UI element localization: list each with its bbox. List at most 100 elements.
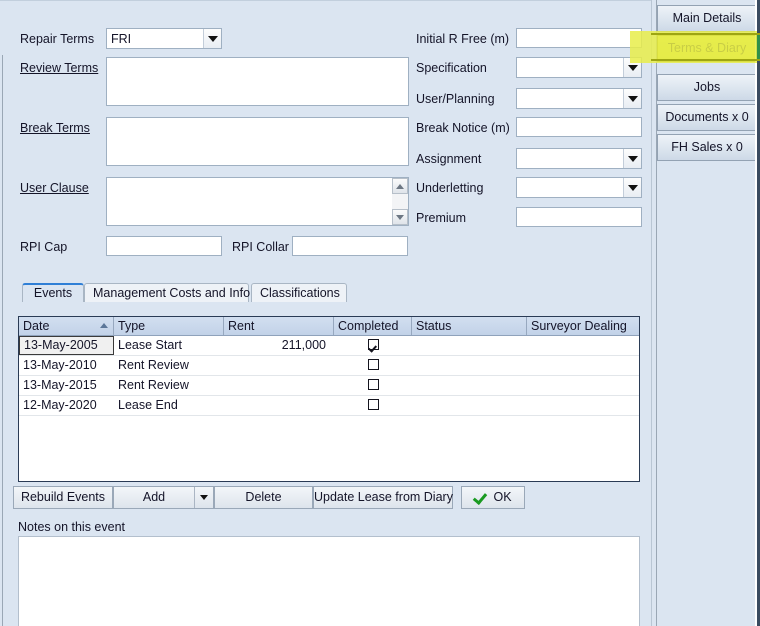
review-terms-input[interactable] [106,57,409,106]
table-row[interactable]: 13-May-2010 Rent Review [19,356,639,376]
side-tab-panel: Main Details Terms & Diary Jobs Document… [651,0,760,626]
ok-button[interactable]: OK [461,486,525,509]
events-grid[interactable]: Date Type Rent Completed Status Surveyor… [18,316,640,482]
initial-r-free-label: Initial R Free (m) [416,32,510,46]
checkbox-unchecked-icon[interactable] [367,399,379,411]
table-row[interactable]: 13-May-2005 Lease Start 211,000 [19,336,639,356]
cell-rent[interactable]: 211,000 [224,336,334,355]
scroll-up-button[interactable] [392,178,408,194]
check-icon [474,491,487,504]
sidebar-item-jobs[interactable]: Jobs [657,74,757,101]
rpi-collar-input[interactable] [292,236,408,256]
review-terms-label[interactable]: Review Terms [20,61,98,75]
cell-date[interactable]: 13-May-2015 [19,376,114,395]
grid-header-type[interactable]: Type [114,317,224,335]
break-notice-input[interactable] [516,117,642,137]
cell-surveyor-dealing[interactable] [527,356,639,375]
checkbox-unchecked-icon[interactable] [367,359,379,371]
green-edge-marker [756,33,760,61]
user-planning-combo[interactable] [516,88,642,109]
panel-top-divider [0,0,651,1]
grid-empty-area[interactable] [19,416,639,481]
grid-header-rent[interactable]: Rent [224,317,334,335]
user-planning-value [517,89,623,108]
grid-header-surveyor-dealing[interactable]: Surveyor Dealing [527,317,639,335]
triangle-up-icon [396,183,404,189]
add-dropdown-button[interactable] [194,487,213,508]
assignment-combo[interactable] [516,148,642,169]
grid-header-completed[interactable]: Completed [334,317,412,335]
user-clause-label[interactable]: User Clause [20,181,89,195]
cell-type[interactable]: Rent Review [114,376,224,395]
specification-value [517,58,623,77]
user-clause-scrollbar[interactable] [392,178,408,225]
cell-rent[interactable] [224,396,334,415]
scrollbar-track[interactable] [392,194,408,209]
add-button-label[interactable]: Add [114,487,194,508]
notes-label: Notes on this event [18,520,126,534]
repair-terms-dropdown-button[interactable] [203,29,221,48]
cell-completed[interactable] [334,356,412,375]
break-terms-input[interactable] [106,117,409,166]
grid-header-date[interactable]: Date [19,317,114,335]
underletting-combo[interactable] [516,177,642,198]
break-terms-label[interactable]: Break Terms [20,121,90,135]
underletting-dropdown-button[interactable] [623,178,641,197]
cell-status[interactable] [412,356,527,375]
cell-completed[interactable] [334,396,412,415]
user-clause-input[interactable] [106,177,409,226]
sidebar-item-terms-and-diary[interactable]: Terms & Diary [657,35,757,62]
cell-status[interactable] [412,376,527,395]
sidebar-item-documents[interactable]: Documents x 0 [657,104,757,131]
grid-header-status[interactable]: Status [412,317,527,335]
cell-type[interactable]: Lease Start [114,336,224,355]
specification-dropdown-button[interactable] [623,58,641,77]
table-row[interactable]: 12-May-2020 Lease End [19,396,639,416]
add-button[interactable]: Add [113,486,214,509]
user-planning-dropdown-button[interactable] [623,89,641,108]
cell-date[interactable]: 13-May-2005 [19,336,114,355]
cell-completed[interactable] [334,376,412,395]
sort-ascending-icon [100,323,108,328]
cell-rent[interactable] [224,376,334,395]
rebuild-events-button[interactable]: Rebuild Events [13,486,113,509]
cell-surveyor-dealing[interactable] [527,336,639,355]
user-planning-label: User/Planning [416,92,495,106]
initial-r-free-input[interactable] [516,28,642,48]
chevron-down-icon [627,64,638,71]
break-notice-label: Break Notice (m) [416,121,510,135]
delete-button[interactable]: Delete [214,486,313,509]
cell-type[interactable]: Lease End [114,396,224,415]
cell-surveyor-dealing[interactable] [527,376,639,395]
sidebar-item-fh-sales[interactable]: FH Sales x 0 [657,134,757,161]
assignment-dropdown-button[interactable] [623,149,641,168]
tab-management-costs-and-info[interactable]: Management Costs and Info [84,283,250,302]
notes-input[interactable] [18,536,640,626]
repair-terms-label: Repair Terms [20,32,95,46]
specification-combo[interactable] [516,57,642,78]
cell-completed[interactable] [334,336,412,355]
grid-header-date-label: Date [23,319,50,333]
checkbox-checked-icon[interactable] [367,339,379,351]
triangle-down-icon [396,214,404,220]
update-lease-from-diary-button[interactable]: Update Lease from Diary [313,486,453,509]
checkbox-unchecked-icon[interactable] [367,379,379,391]
cell-status[interactable] [412,336,527,355]
tab-classifications[interactable]: Classifications [251,283,347,302]
rpi-cap-label: RPI Cap [20,240,68,254]
repair-terms-combo[interactable]: FRI [106,28,222,49]
sidebar-item-main-details[interactable]: Main Details [657,5,757,32]
chevron-down-icon [627,155,638,162]
tab-events[interactable]: Events [22,283,84,302]
cell-date[interactable]: 12-May-2020 [19,396,114,415]
premium-input[interactable] [516,207,642,227]
specification-label: Specification [416,61,487,75]
cell-rent[interactable] [224,356,334,375]
cell-surveyor-dealing[interactable] [527,396,639,415]
table-row[interactable]: 13-May-2015 Rent Review [19,376,639,396]
cell-type[interactable]: Rent Review [114,356,224,375]
cell-status[interactable] [412,396,527,415]
cell-date[interactable]: 13-May-2010 [19,356,114,375]
rpi-cap-input[interactable] [106,236,222,256]
scroll-down-button[interactable] [392,209,408,225]
